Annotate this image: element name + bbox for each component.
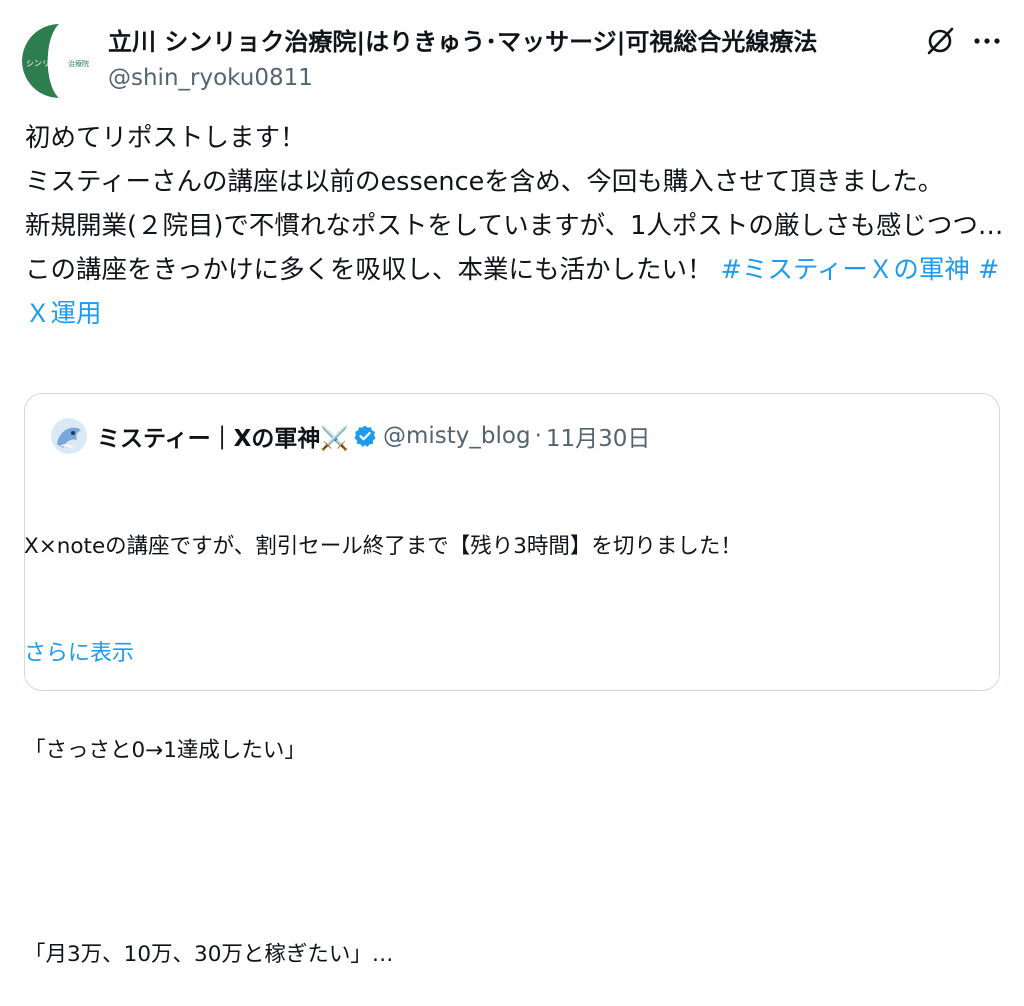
- more-options-icon[interactable]: [970, 26, 1004, 56]
- svg-text:シンリョク: シンリョク: [26, 59, 66, 68]
- separator-dot: ·: [534, 423, 542, 449]
- quoted-text-line: X×noteの講座ですが、割引セール終了まで【残り3時間】を切りました！: [24, 534, 742, 559]
- quoted-post-date[interactable]: 11月30日: [546, 419, 651, 453]
- author-handle[interactable]: @shin_ryoku0811: [108, 63, 313, 93]
- quoted-post-header: ミスティー｜Xの軍神⚔️ @misty_blog · 11月30日: [97, 418, 650, 454]
- svg-text:治療院: 治療院: [68, 59, 89, 68]
- grok-icon[interactable]: [925, 26, 955, 56]
- quoted-text-line: 「月3万、10万、30万と稼ぎたい」…: [24, 942, 394, 967]
- verified-badge-icon: [353, 424, 377, 448]
- post-text: 初めてリポストします！ ミスティーさんの講座は以前のessenceを含め、今回も…: [25, 116, 1010, 336]
- quoted-post-text: X×noteの講座ですが、割引セール終了まで【残り3時間】を切りました！ 「さっ…: [24, 462, 964, 1006]
- quoted-author-avatar: [51, 418, 87, 454]
- author-display-name[interactable]: 立川 シンリョク治療院|はりきゅう･マッサージ|可視総合光線療法: [108, 26, 817, 58]
- quoted-author-name[interactable]: ミスティー｜Xの軍神⚔️: [97, 419, 349, 453]
- quoted-author-handle[interactable]: @misty_blog: [383, 423, 531, 449]
- show-more-link[interactable]: さらに表示: [24, 637, 134, 671]
- author-avatar[interactable]: シンリョク 治療院: [22, 24, 96, 98]
- hashtag-link[interactable]: #ミスティーＸの軍神: [721, 255, 970, 285]
- avatar-image: シンリョク 治療院: [22, 24, 96, 98]
- quoted-text-line: 「さっさと0→1達成したい」: [24, 738, 306, 763]
